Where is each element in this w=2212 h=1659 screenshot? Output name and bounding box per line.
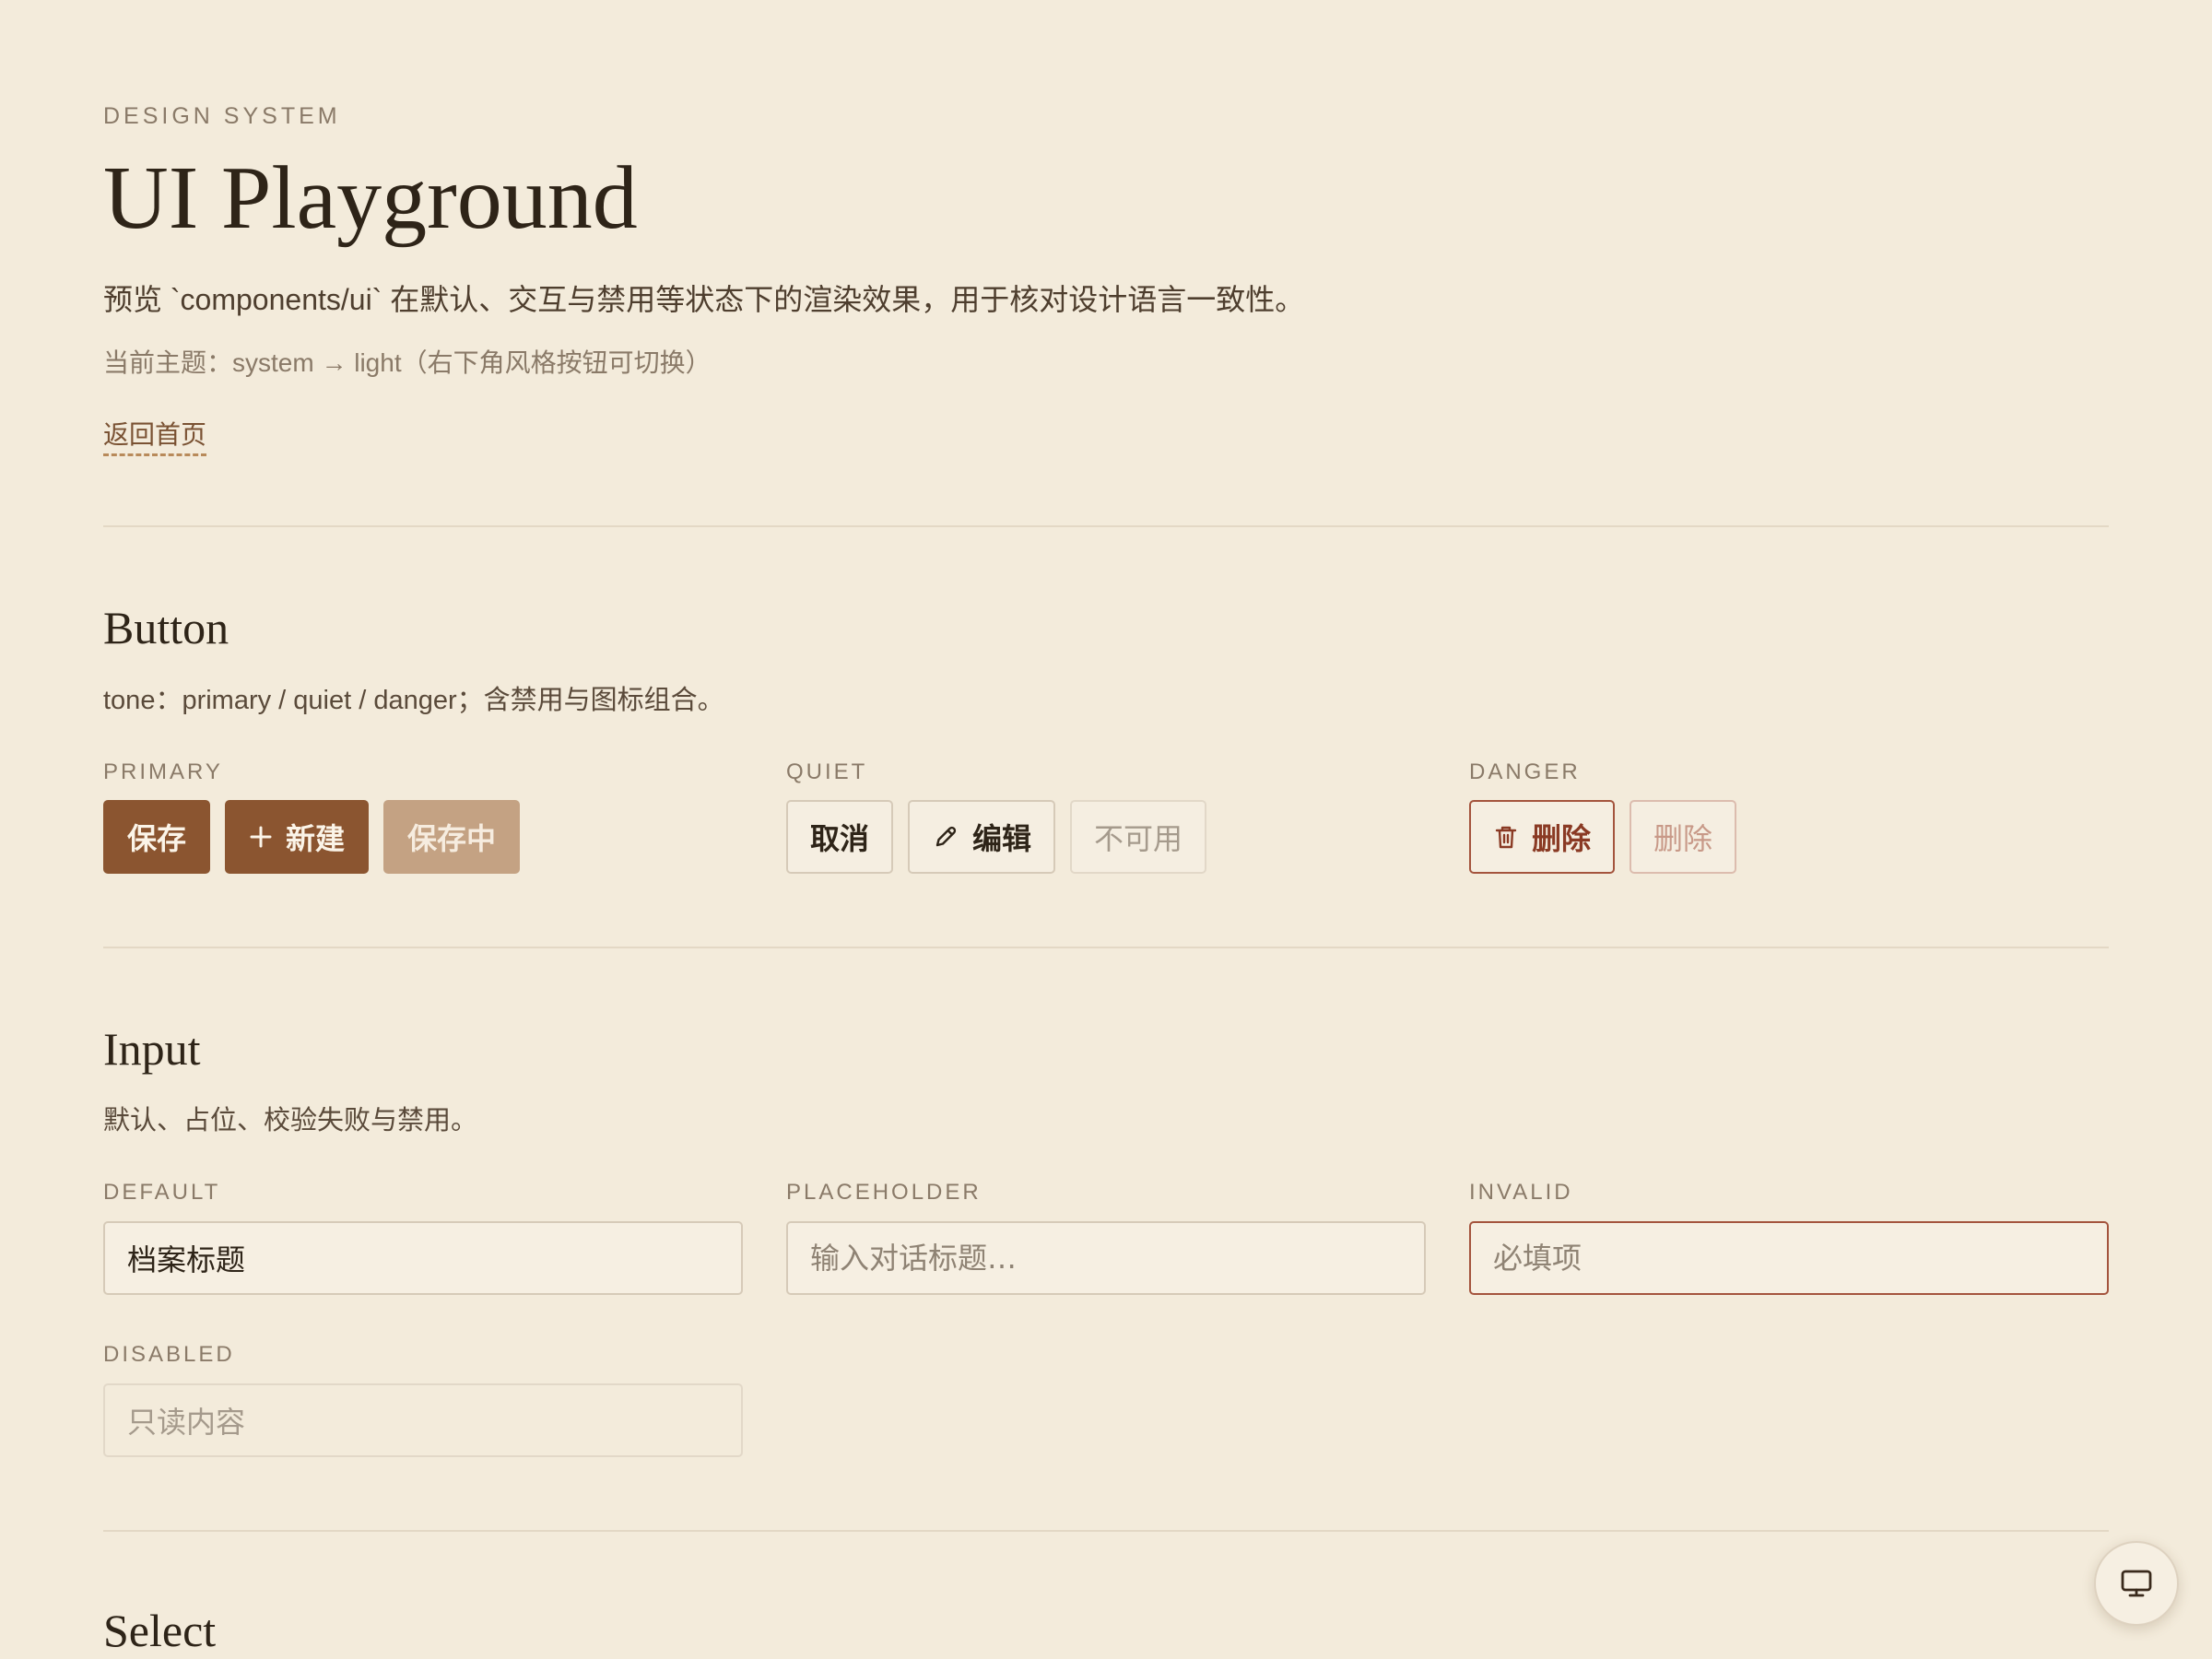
- input-section-title: Input: [103, 1023, 201, 1075]
- delete-disabled-button-label: 删除: [1653, 821, 1713, 856]
- new-button[interactable]: 新建: [225, 800, 370, 874]
- page-subtitle: 预览 `components/ui` 在默认、交互与禁用等状态下的渲染效果，用于…: [103, 283, 1305, 316]
- button-section-title: Button: [103, 602, 229, 653]
- primary-button-row: 保存 新建 保存中: [103, 800, 521, 874]
- unavailable-button-label: 不可用: [1094, 821, 1183, 856]
- delete-button-label: 删除: [1532, 821, 1592, 856]
- saving-button-label: 保存中: [407, 821, 497, 856]
- edit-button-label: 编辑: [972, 821, 1032, 856]
- select-section-title: Select: [103, 1605, 217, 1656]
- unavailable-button: 不可用: [1070, 800, 1207, 874]
- danger-button-row: 删除 删除: [1469, 800, 1737, 874]
- danger-group-label: DANGER: [1469, 759, 1581, 784]
- new-button-label: 新建: [286, 821, 346, 856]
- theme-toggle-button[interactable]: [2094, 1541, 2179, 1626]
- theme-note: 当前主题：system → light（右下角风格按钮可切换）: [103, 348, 712, 377]
- placeholder-input-label: PLACEHOLDER: [786, 1180, 982, 1205]
- edit-button[interactable]: 编辑: [908, 800, 1056, 874]
- monitor-icon: [2120, 1568, 2153, 1599]
- default-input[interactable]: [103, 1221, 743, 1295]
- page-title: UI Playground: [103, 148, 638, 248]
- cancel-button-label: 取消: [810, 821, 870, 856]
- page-eyebrow: DESIGN SYSTEM: [103, 103, 341, 129]
- saving-button: 保存中: [383, 800, 521, 874]
- button-section-description: tone：primary / quiet / danger；含禁用与图标组合。: [103, 686, 724, 715]
- save-button-label: 保存: [127, 821, 187, 856]
- delete-button[interactable]: 删除: [1469, 800, 1616, 874]
- disabled-input: [103, 1383, 743, 1457]
- save-button[interactable]: 保存: [103, 800, 211, 874]
- invalid-input[interactable]: [1469, 1221, 2109, 1295]
- pencil-icon: [932, 823, 959, 851]
- primary-group-label: PRIMARY: [103, 759, 223, 784]
- divider: [103, 525, 2109, 527]
- delete-disabled-button: 删除: [1630, 800, 1737, 874]
- input-section-description: 默认、占位、校验失败与禁用。: [103, 1106, 478, 1135]
- home-link[interactable]: 返回首页: [103, 415, 207, 456]
- divider: [103, 1530, 2109, 1532]
- divider: [103, 947, 2109, 948]
- quiet-button-row: 取消 编辑 不可用: [786, 800, 1207, 874]
- cancel-button[interactable]: 取消: [786, 800, 894, 874]
- trash-icon: [1493, 823, 1519, 851]
- quiet-group-label: QUIET: [786, 759, 868, 784]
- placeholder-input[interactable]: [786, 1221, 1426, 1295]
- plus-icon: [249, 825, 273, 849]
- default-input-label: DEFAULT: [103, 1180, 221, 1205]
- invalid-input-label: INVALID: [1469, 1180, 1573, 1205]
- disabled-input-label: DISABLED: [103, 1342, 235, 1367]
